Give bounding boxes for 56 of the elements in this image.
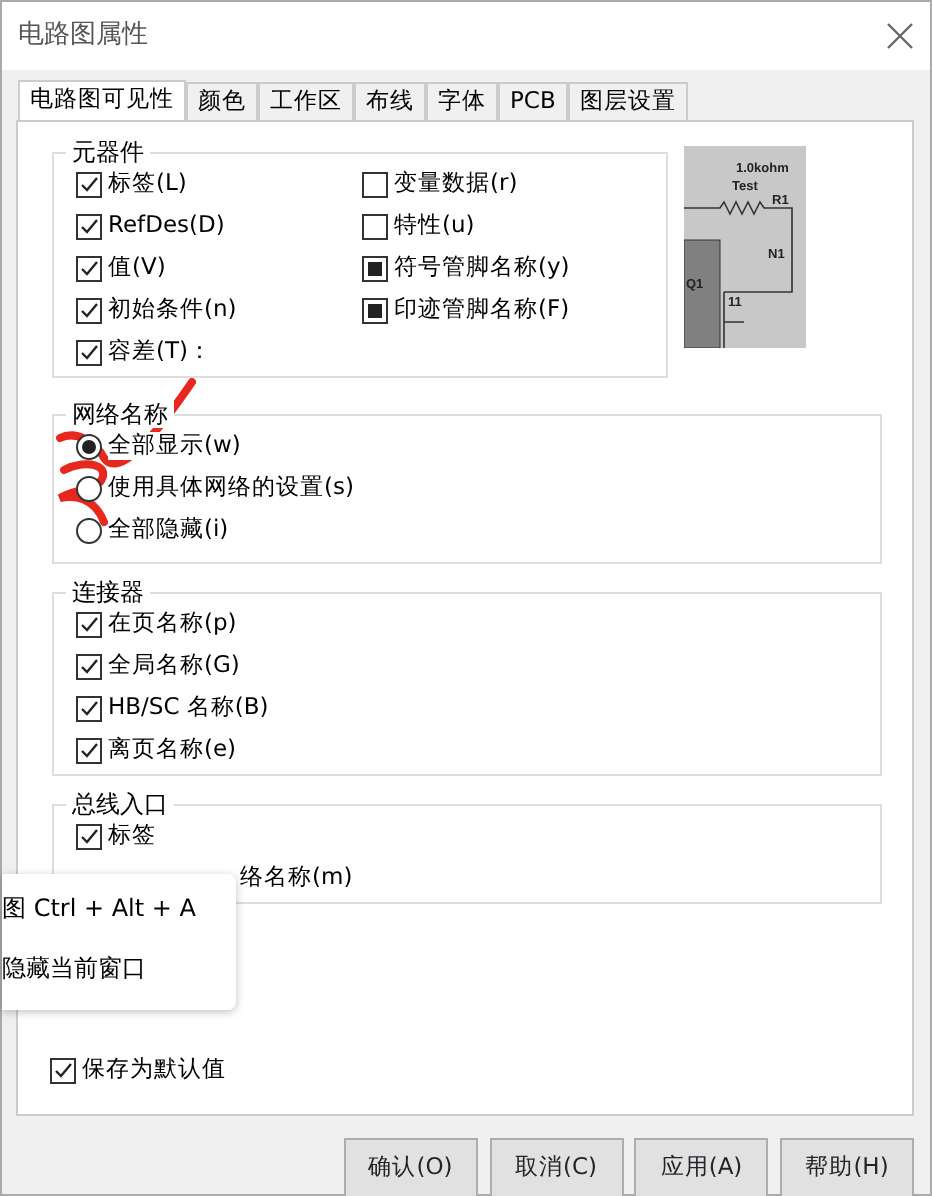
group-title: 网络名称: [66, 399, 174, 429]
tab[interactable]: PCB: [498, 82, 568, 120]
radio-label: 全部隐藏(i): [108, 516, 229, 545]
radio-button[interactable]: [76, 475, 102, 502]
checkbox-label: 全局名称(G): [108, 652, 240, 681]
group-title: 总线入口: [66, 789, 174, 819]
checkbox-label: 在页名称(p): [108, 610, 237, 639]
checkbox[interactable]: [76, 213, 102, 240]
tab[interactable]: 字体: [426, 82, 498, 120]
window-title: 电路图属性: [18, 20, 148, 52]
checkbox-label: HB/SC 名称(B): [108, 694, 269, 723]
radio-button[interactable]: [76, 433, 102, 460]
checkbox-label: 容差(T)：: [108, 338, 212, 367]
tab[interactable]: 工作区: [258, 82, 354, 120]
dialog-button[interactable]: 取消(C): [489, 1137, 623, 1196]
checkbox-label: 离页名称(e): [108, 736, 237, 765]
checkbox[interactable]: [76, 737, 102, 764]
checkbox-label: 值(V): [108, 254, 166, 283]
radio-button[interactable]: [76, 517, 102, 544]
dialog-button[interactable]: 应用(A): [634, 1137, 769, 1196]
checkbox-label: 标签: [108, 822, 156, 851]
checkbox[interactable]: [76, 171, 102, 198]
menu-item[interactable]: 隐藏当前窗口: [2, 954, 146, 982]
checkbox[interactable]: [76, 695, 102, 722]
tab[interactable]: 电路图可见性: [18, 80, 186, 122]
tab[interactable]: 图层设置: [567, 82, 688, 120]
checkbox[interactable]: [50, 1057, 76, 1084]
radio-label: 全部显示(w): [108, 432, 241, 461]
checkbox[interactable]: [76, 611, 102, 638]
checkbox-label: 保存为默认值: [82, 1056, 226, 1085]
group-title: 连接器: [66, 577, 150, 607]
checkbox[interactable]: [76, 297, 102, 324]
tab[interactable]: 布线: [354, 82, 426, 120]
checkbox[interactable]: [76, 823, 102, 850]
group-title: 元器件: [66, 137, 150, 167]
checkbox[interactable]: [76, 653, 102, 680]
radio-label: 使用具体网络的设置(s): [108, 474, 354, 503]
checkbox-label: 标签(L): [108, 170, 187, 199]
checkbox-label: 变量数据(r): [394, 170, 518, 199]
checkbox-label: 印迹管脚名称(F): [394, 296, 570, 325]
checkbox[interactable]: [76, 339, 102, 366]
close-icon[interactable]: [886, 22, 914, 50]
checkbox-label: 符号管脚名称(y): [394, 254, 570, 283]
checkbox[interactable]: [362, 297, 388, 324]
checkbox-label: RefDes(D): [108, 212, 225, 241]
dialog-button[interactable]: 帮助(H): [780, 1137, 914, 1196]
tab[interactable]: 颜色: [186, 82, 258, 120]
menu-item[interactable]: 图 Ctrl + Alt + A: [2, 894, 196, 922]
checkbox[interactable]: [362, 213, 388, 240]
checkbox-label: 络名称(m): [240, 864, 353, 893]
checkbox[interactable]: [362, 171, 388, 198]
checkbox[interactable]: [362, 255, 388, 282]
dialog-button[interactable]: 确认(O): [343, 1137, 478, 1196]
checkbox[interactable]: [76, 255, 102, 282]
checkbox-label: 初始条件(n): [108, 296, 237, 325]
checkbox-label: 特性(u): [394, 212, 475, 241]
